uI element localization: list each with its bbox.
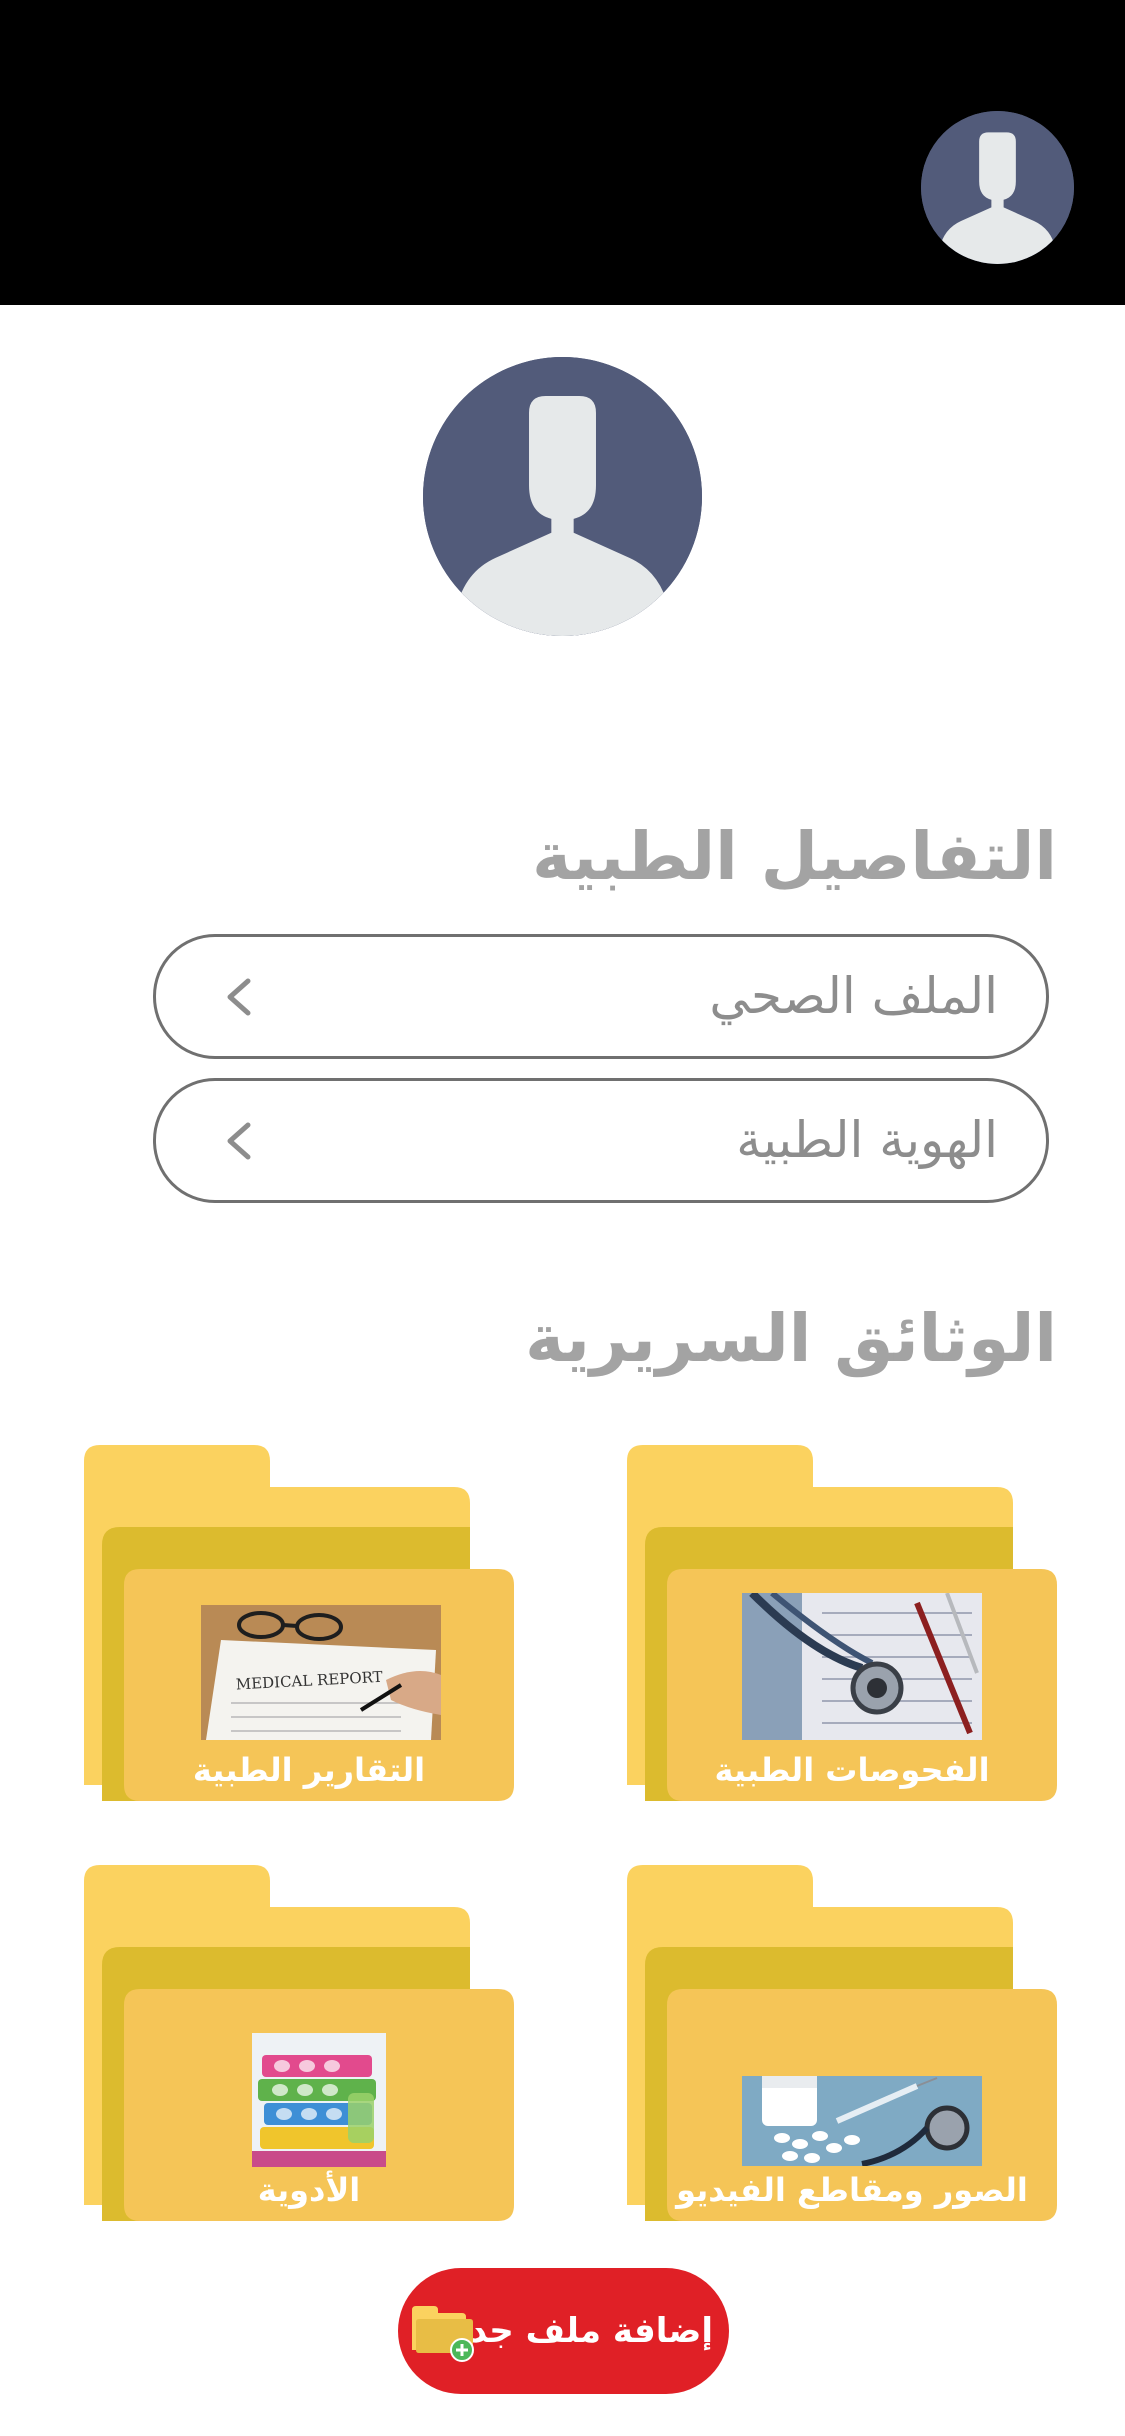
add-new-file-label: إضافة ملف جديد <box>437 2311 713 2351</box>
add-new-file-button[interactable]: إضافة ملف جديد <box>398 2268 729 2394</box>
folder-label: الأدوية <box>257 2171 361 2209</box>
folder-label: الصور ومقاطع الفيديو <box>676 2171 1028 2209</box>
medicine-blister-photo <box>252 2033 386 2167</box>
folder-medical-reports[interactable]: MEDICAL REPORT التقارير الطبية <box>84 1445 514 1801</box>
chevron-left-icon <box>227 1122 251 1160</box>
medical-report-photo: MEDICAL REPORT <box>201 1605 441 1740</box>
profile-avatar-icon[interactable] <box>423 357 702 636</box>
folder-label: الفحوصات الطبية <box>714 1751 990 1789</box>
top-bar <box>0 0 1125 305</box>
folder-medications[interactable]: الأدوية <box>84 1865 514 2221</box>
folder-label: التقارير الطبية <box>192 1751 426 1789</box>
medical-id-row[interactable]: الهوية الطبية <box>153 1078 1049 1203</box>
health-file-row[interactable]: الملف الصحي <box>153 934 1049 1059</box>
chevron-left-icon <box>227 978 251 1016</box>
header-avatar-icon[interactable] <box>921 111 1074 264</box>
folder-icon <box>627 1865 1057 2221</box>
clinical-documents-title: الوثائق السريرية <box>525 1300 1057 1377</box>
medical-id-label: الهوية الطبية <box>736 1111 998 1169</box>
folder-images-videos[interactable]: الصور ومقاطع الفيديو <box>627 1865 1057 2221</box>
pills-syringe-photo <box>742 2076 982 2166</box>
add-folder-icon <box>412 2306 474 2362</box>
stethoscope-report-photo <box>742 1593 982 1740</box>
folder-medical-exams[interactable]: الفحوصات الطبية <box>627 1445 1057 1801</box>
health-file-label: الملف الصحي <box>709 967 998 1025</box>
medical-details-title: التفاصيل الطبية <box>532 818 1057 895</box>
